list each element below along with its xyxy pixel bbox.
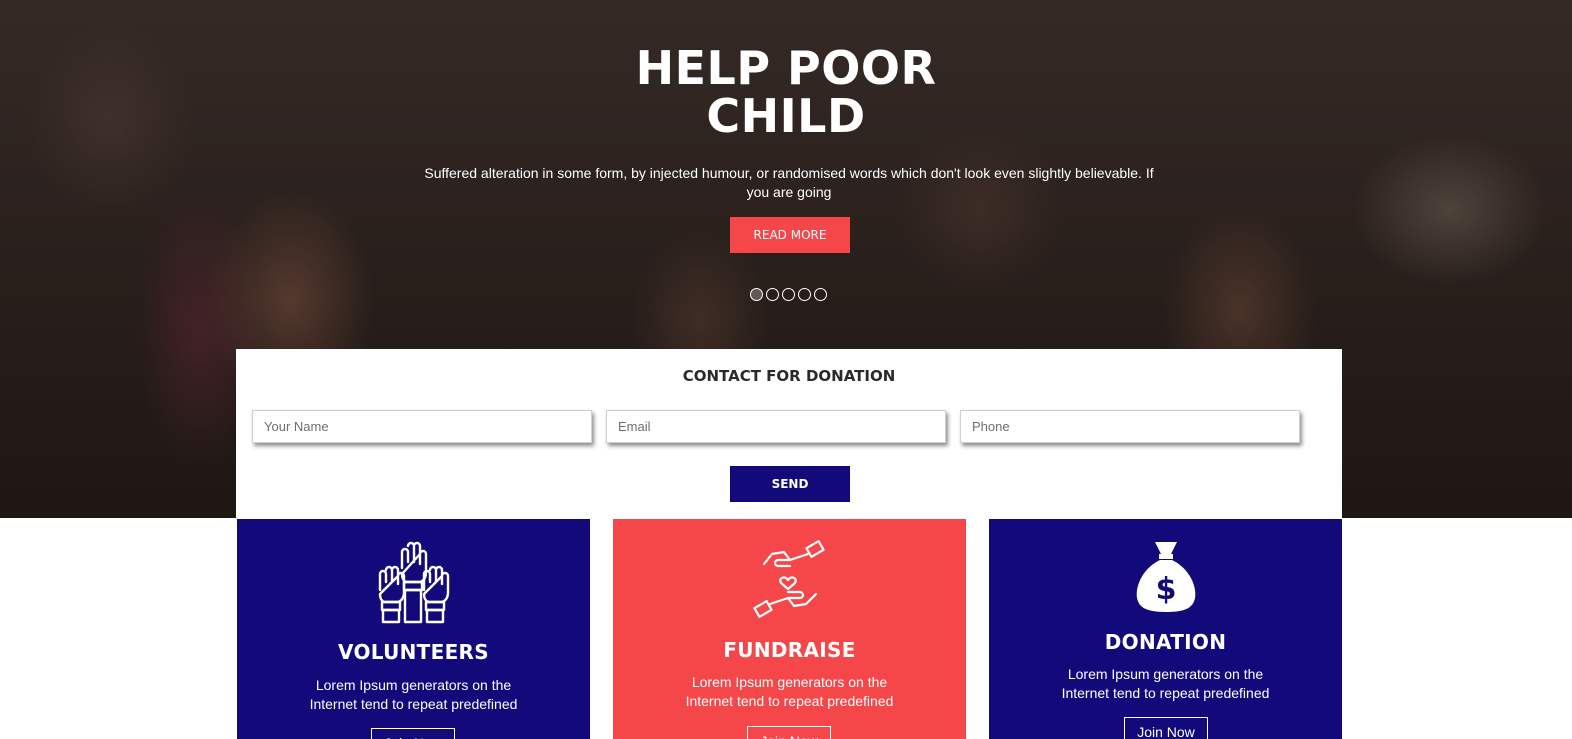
slider-dot-5[interactable]: [814, 288, 827, 301]
hero-title-line2: CHILD: [706, 89, 866, 143]
read-more-button[interactable]: READ MORE: [730, 217, 850, 253]
hero-title-line1: HELP POOR: [635, 41, 937, 95]
contact-title: CONTACT FOR DONATION: [682, 367, 896, 385]
card-text: Lorem Ipsum generators on the Internet t…: [1061, 666, 1270, 701]
card-title: DONATION: [1104, 630, 1227, 654]
join-now-button[interactable]: Join Now: [747, 726, 831, 739]
svg-text:$: $: [1155, 572, 1176, 607]
send-button[interactable]: SEND: [730, 466, 850, 502]
slider-dot-1[interactable]: [750, 288, 763, 301]
slider-dot-3[interactable]: [782, 288, 795, 301]
giving-hands-heart-icon: [613, 540, 966, 620]
hero-subtitle: Suffered alteration in some form, by inj…: [424, 165, 1154, 200]
donation-card: $ DONATION Lorem Ipsum generators on the…: [989, 518, 1342, 739]
card-title: VOLUNTEERS: [338, 640, 489, 664]
card-text: Lorem Ipsum generators on the Internet t…: [685, 674, 894, 709]
join-now-button[interactable]: Join Now: [371, 728, 455, 739]
card-text: Lorem Ipsum generators on the Internet t…: [309, 677, 518, 712]
join-now-button[interactable]: Join Now: [1124, 717, 1208, 739]
slider-dots: [750, 288, 827, 301]
money-bag-icon: $: [989, 538, 1342, 614]
hero-title: HELP POOR CHILD: [586, 44, 986, 140]
name-field[interactable]: [252, 410, 592, 443]
volunteers-card: VOLUNTEERS Lorem Ipsum generators on the…: [237, 518, 590, 739]
contact-donation-form: CONTACT FOR DONATION SEND: [236, 349, 1342, 519]
slider-dot-2[interactable]: [766, 288, 779, 301]
raised-hands-icon: [237, 540, 590, 624]
phone-field[interactable]: [960, 410, 1300, 443]
card-title: FUNDRAISE: [723, 638, 856, 662]
fundraise-card: FUNDRAISE Lorem Ipsum generators on the …: [613, 518, 966, 739]
slider-dot-4[interactable]: [798, 288, 811, 301]
email-field[interactable]: [606, 410, 946, 443]
